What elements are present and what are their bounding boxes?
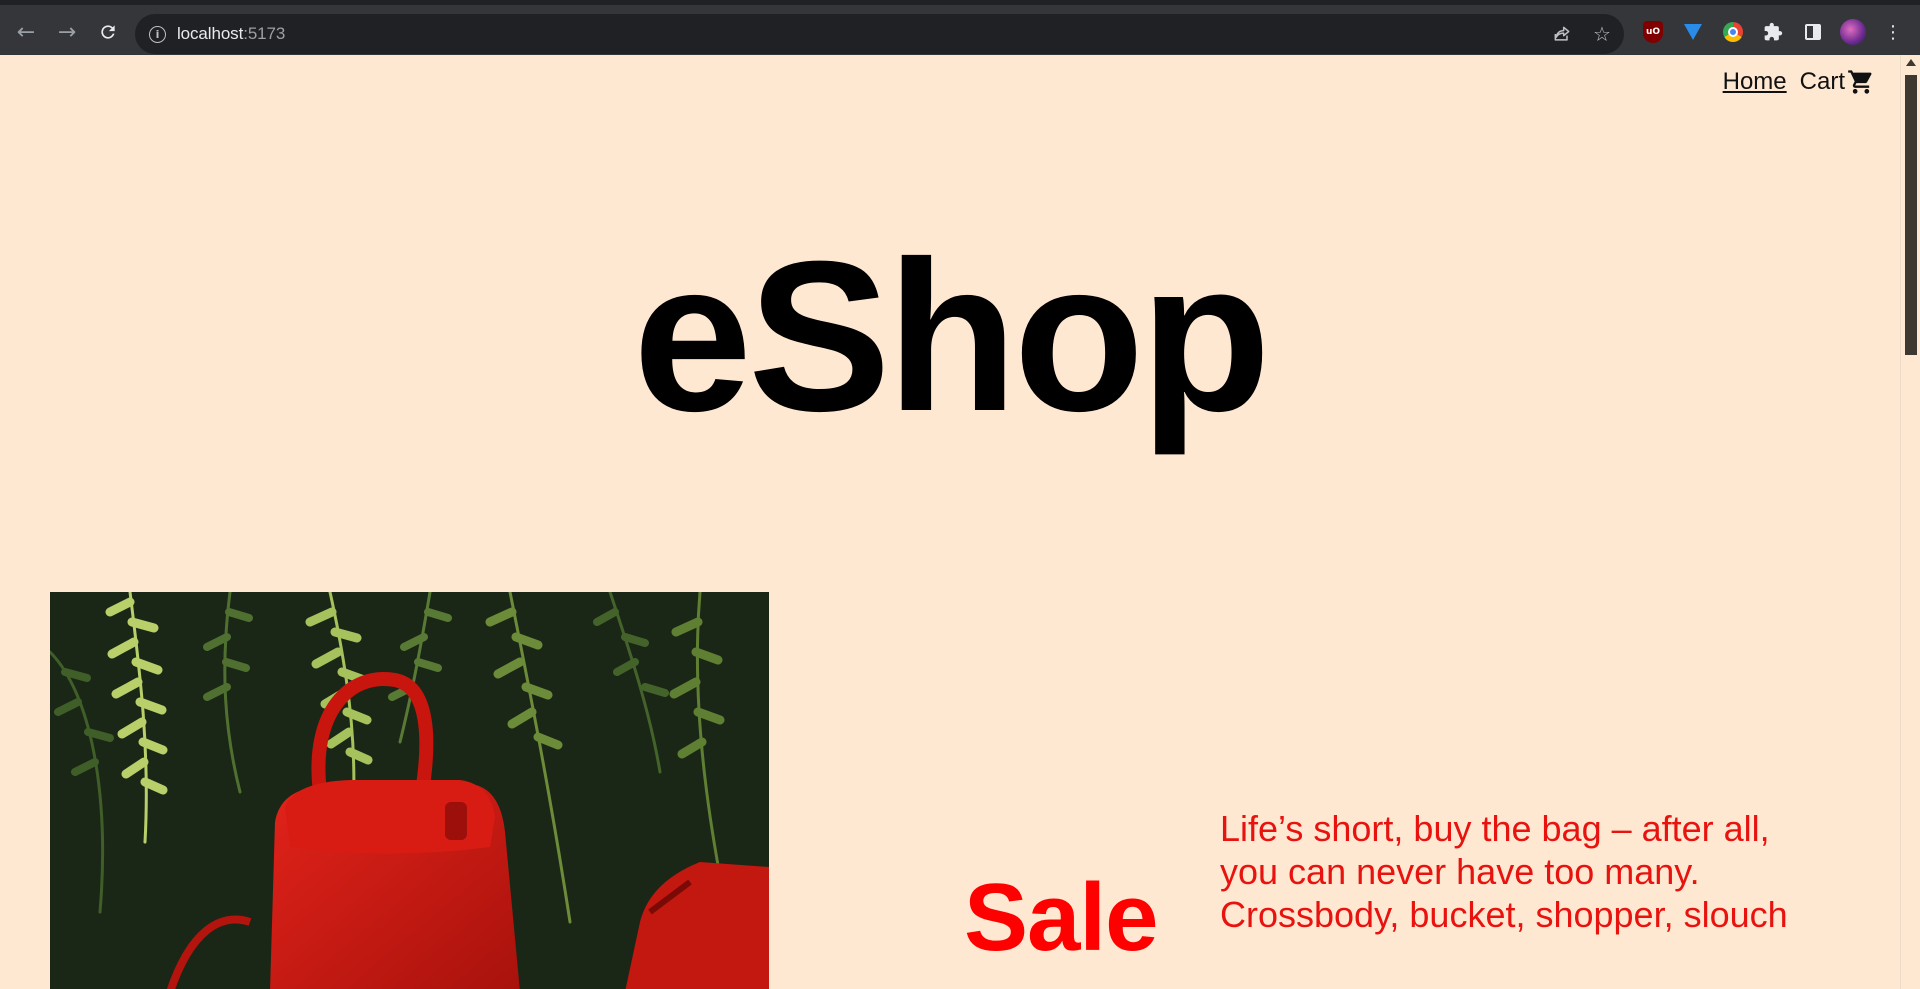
extensions-puzzle-icon[interactable]	[1760, 19, 1786, 45]
hero-title: eShop	[633, 217, 1271, 456]
shopping-cart-icon	[1848, 70, 1872, 94]
reload-icon	[101, 25, 115, 39]
forward-button[interactable]: →	[53, 18, 81, 46]
browser-menu-icon[interactable]: ⋮	[1880, 19, 1906, 45]
chrome-extension-icon[interactable]	[1720, 19, 1746, 45]
sale-heading: Sale	[964, 864, 1158, 971]
browser-toolbar: ← → i localhost:5173 ☆ uO ⋮	[0, 0, 1920, 55]
share-icon[interactable]	[1551, 23, 1573, 45]
bookmark-star-icon[interactable]: ☆	[1591, 22, 1613, 46]
scrollbar-thumb[interactable]	[1905, 75, 1917, 355]
address-bar[interactable]: i localhost:5173 ☆	[135, 14, 1624, 54]
scroll-up-arrow-icon[interactable]	[1906, 59, 1916, 66]
gem-extension-icon[interactable]	[1680, 19, 1706, 45]
home-link[interactable]: Home	[1723, 68, 1787, 96]
profile-avatar[interactable]	[1840, 19, 1866, 45]
side-panel-icon[interactable]	[1800, 19, 1826, 45]
page-scrollbar[interactable]	[1900, 55, 1920, 989]
ublock-extension-icon[interactable]: uO	[1640, 19, 1666, 45]
info-icon[interactable]: i	[149, 25, 166, 43]
cart-label: Cart	[1799, 68, 1845, 95]
url-text[interactable]: localhost:5173	[177, 24, 285, 44]
sale-description: Life’s short, buy the bag – after all, y…	[1220, 808, 1788, 935]
top-navigation: Home Cart	[1723, 68, 1875, 96]
handbag-product-image	[50, 592, 769, 989]
back-button[interactable]: ←	[12, 18, 40, 46]
cart-link[interactable]: Cart	[1800, 68, 1875, 96]
reload-button[interactable]	[94, 18, 122, 46]
